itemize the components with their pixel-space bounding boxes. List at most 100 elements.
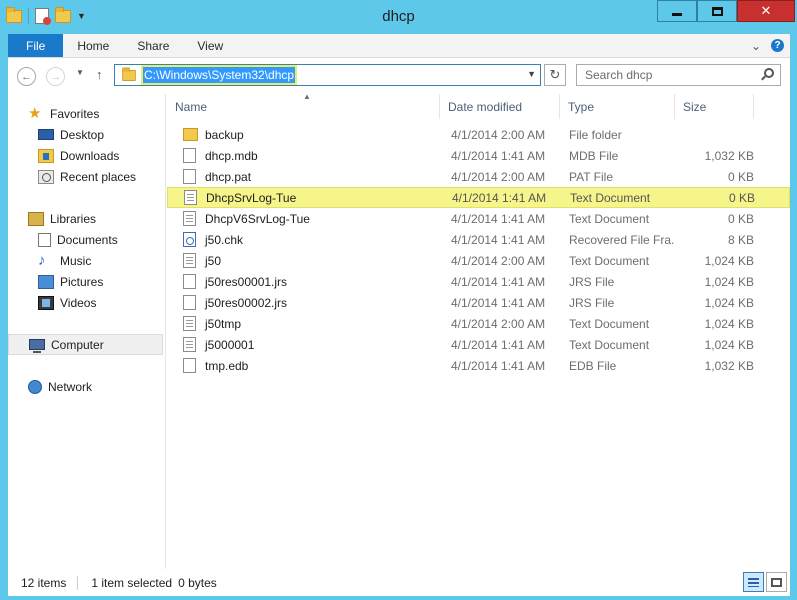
folder-icon	[122, 66, 136, 81]
table-row[interactable]: dhcp.pat 4/1/2014 2:00 AM PAT File 0 KB	[167, 166, 790, 187]
forward-button[interactable]: →	[46, 67, 65, 86]
table-row[interactable]: j50 4/1/2014 2:00 AM Text Document 1,024 KB	[167, 250, 790, 271]
file-name-cell: dhcp.pat	[167, 169, 440, 184]
tab-share[interactable]: Share	[123, 34, 183, 57]
search-input[interactable]: Search dhcp	[576, 64, 781, 86]
sidebar-item-downloads[interactable]: Downloads	[8, 145, 165, 166]
sidebar-item-computer[interactable]: Computer	[8, 334, 163, 355]
title-bar[interactable]: ▼ dhcp ✕	[0, 0, 797, 32]
file-list[interactable]: Name ▲ Date modified Type Size backup 4/1/…	[167, 92, 790, 569]
date-modified-cell: 4/1/2014 1:41 AM	[451, 148, 546, 163]
text-file-icon	[183, 337, 196, 352]
table-row[interactable]: j50res00001.jrs 4/1/2014 1:41 AM JRS File 1…	[167, 271, 790, 292]
sidebar-item-label: Favorites	[50, 106, 100, 121]
back-button[interactable]: ←	[17, 67, 36, 86]
file-name-cell: tmp.edb	[167, 358, 440, 373]
date-modified-cell: 4/1/2014 1:41 AM	[451, 274, 546, 289]
table-row[interactable]: DhcpSrvLog-Tue 4/1/2014 1:41 AM Text Docum…	[167, 187, 790, 208]
expand-ribbon-icon[interactable]: ⌄	[751, 39, 761, 53]
table-row[interactable]: j50.chk 4/1/2014 1:41 AM Recovered File Fr…	[167, 229, 790, 250]
sidebar-item-desktop[interactable]: Desktop	[8, 124, 165, 145]
file-name: j50	[205, 253, 222, 268]
recent-locations-icon[interactable]: ▼	[76, 68, 84, 77]
navigation-pane[interactable]: ★ Favorites Desktop Downloads Recent plac…	[8, 94, 166, 569]
sidebar-item-recent-places[interactable]: Recent places	[8, 166, 165, 187]
file-name: j5000001	[205, 337, 255, 352]
type-cell: JRS File	[569, 274, 615, 289]
search-icon[interactable]	[764, 68, 774, 78]
address-dropdown-icon[interactable]: ▼	[527, 69, 536, 79]
file-name-cell: j50	[167, 253, 440, 268]
sidebar-item-music[interactable]: ♪ Music	[8, 250, 165, 271]
table-row[interactable]: DhcpV6SrvLog-Tue 4/1/2014 1:41 AM Text Doc…	[167, 208, 790, 229]
type-cell: Recovered File Fra...	[569, 232, 675, 247]
column-header-date[interactable]: Date modified	[440, 94, 560, 119]
network-icon	[28, 379, 42, 394]
type-cell: Text Document	[570, 190, 651, 205]
maximize-icon	[711, 6, 723, 16]
close-button[interactable]: ✕	[737, 0, 795, 22]
address-path[interactable]: C:\Windows\System32\dhcp	[140, 65, 298, 85]
file-name: j50tmp	[205, 316, 242, 331]
sidebar-item-label: Recent places	[60, 169, 137, 184]
maximize-button[interactable]	[697, 0, 737, 22]
navigation-bar: ← → ▼ ↑ C:\Windows\System32\dhcp ▼ ↻ Sea…	[8, 58, 790, 94]
chk-file-icon	[183, 232, 196, 247]
selection-size: 0 bytes	[178, 575, 217, 590]
minimize-button[interactable]	[657, 0, 697, 22]
text-file-icon	[183, 253, 196, 268]
tab-view[interactable]: View	[183, 34, 237, 57]
sidebar-item-label: Pictures	[60, 274, 104, 289]
size-cell: 1,024 KB	[704, 295, 754, 310]
file-name-cell: DhcpV6SrvLog-Tue	[167, 211, 440, 226]
column-header-label: Name	[175, 99, 208, 114]
sidebar-item-label: Documents	[57, 232, 118, 247]
table-row[interactable]: tmp.edb 4/1/2014 1:41 AM EDB File 1,032 KB	[167, 355, 790, 376]
sidebar-item-pictures[interactable]: Pictures	[8, 271, 165, 292]
back-arrow-icon: ←	[21, 70, 32, 83]
date-modified-cell: 4/1/2014 2:00 AM	[451, 253, 546, 268]
sidebar-item-documents[interactable]: Documents	[8, 229, 165, 250]
ribbon-tabs: File Home Share View ⌄ ?	[8, 34, 790, 58]
tab-home[interactable]: Home	[63, 34, 123, 57]
table-row[interactable]: j50tmp 4/1/2014 2:00 AM Text Document 1,024…	[167, 313, 790, 334]
table-row[interactable]: j50res00002.jrs 4/1/2014 1:41 AM JRS File 1…	[167, 292, 790, 313]
address-bar[interactable]: C:\Windows\System32\dhcp ▼	[114, 64, 541, 86]
search-placeholder: Search dhcp	[585, 68, 653, 82]
text-file-icon	[183, 211, 196, 226]
sidebar-item-videos[interactable]: Videos	[8, 292, 165, 313]
file-name-cell: j50tmp	[167, 316, 440, 331]
refresh-button[interactable]: ↻	[544, 64, 566, 86]
date-modified-cell: 4/1/2014 2:00 AM	[451, 169, 546, 184]
up-arrow-icon[interactable]: ↑	[96, 67, 103, 82]
large-icons-view-button[interactable]	[766, 572, 787, 592]
caption-buttons: ✕	[657, 0, 795, 22]
size-cell: 0 KB	[728, 190, 755, 205]
tab-file[interactable]: File	[8, 34, 64, 57]
details-view-button[interactable]	[743, 572, 764, 592]
help-icon[interactable]: ?	[771, 39, 784, 52]
file-name: j50res00002.jrs	[205, 295, 288, 310]
sidebar-item-label: Music	[60, 253, 92, 268]
sidebar-item-libraries[interactable]: Libraries	[8, 208, 165, 229]
file-name-cell: j50.chk	[167, 232, 440, 247]
column-header-type[interactable]: Type	[560, 94, 675, 119]
date-modified-cell: 4/1/2014 1:41 AM	[451, 358, 546, 373]
file-name-cell: DhcpSrvLog-Tue	[168, 190, 441, 205]
table-row[interactable]: backup 4/1/2014 2:00 AM File folder	[167, 124, 790, 145]
desktop-icon	[38, 129, 54, 140]
file-name-cell: j5000001	[167, 337, 440, 352]
sidebar-item-favorites[interactable]: ★ Favorites	[8, 103, 165, 124]
sidebar-item-network[interactable]: Network	[8, 376, 165, 397]
column-header-size[interactable]: Size	[675, 94, 754, 119]
sidebar-item-label: Network	[48, 379, 93, 394]
date-modified-cell: 4/1/2014 1:41 AM	[451, 337, 546, 352]
type-cell: Text Document	[569, 316, 650, 331]
sort-ascending-icon: ▲	[303, 92, 311, 101]
column-header-label: Size	[683, 99, 707, 114]
table-row[interactable]: j5000001 4/1/2014 1:41 AM Text Document 1,0…	[167, 334, 790, 355]
table-row[interactable]: dhcp.mdb 4/1/2014 1:41 AM MDB File 1,032 KB	[167, 145, 790, 166]
type-cell: Text Document	[569, 253, 650, 268]
column-header-name[interactable]: Name ▲	[167, 92, 440, 119]
